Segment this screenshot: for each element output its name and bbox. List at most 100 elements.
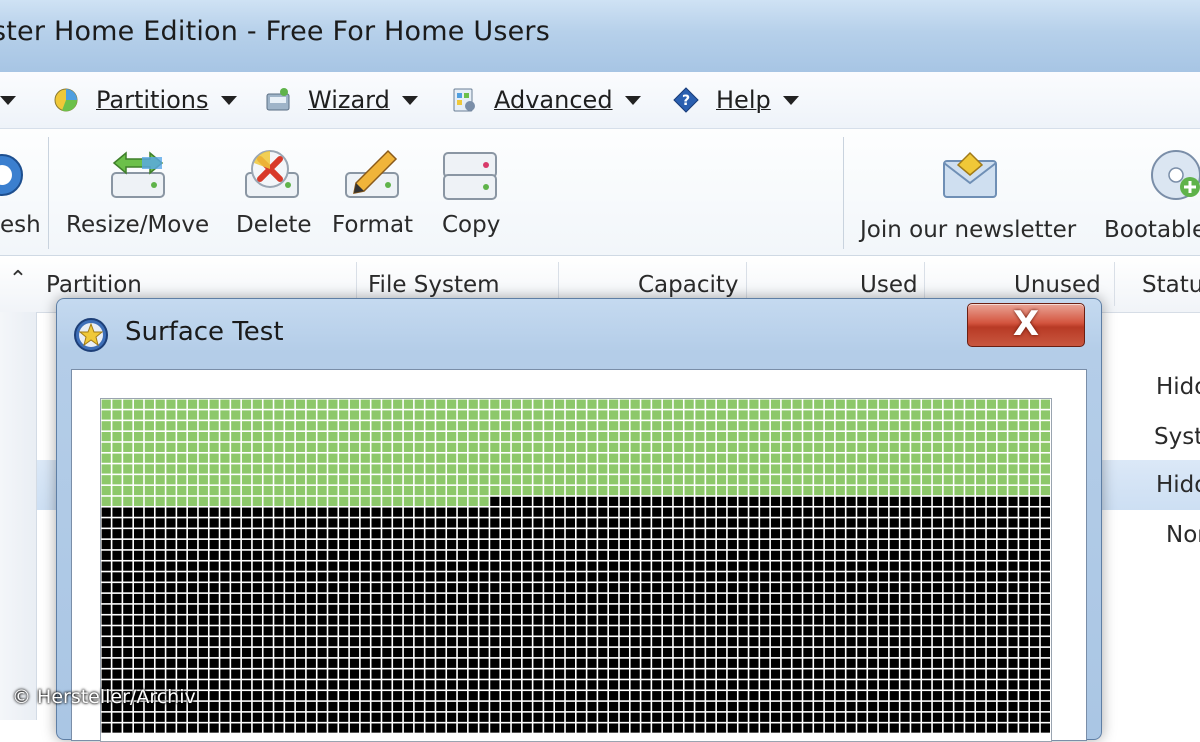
surface-block-pending <box>587 561 597 571</box>
surface-block-ok <box>209 464 219 474</box>
surface-block-pending <box>997 701 1007 712</box>
surface-block-pending <box>814 604 824 614</box>
surface-block-pending <box>976 637 986 647</box>
copy-button[interactable]: Copy <box>440 129 510 249</box>
surface-block-ok <box>187 496 198 506</box>
surface-block-pending <box>781 561 791 571</box>
surface-block-pending <box>231 691 241 701</box>
column-status[interactable]: Statu <box>1142 272 1200 298</box>
surface-block-pending <box>846 701 856 712</box>
surface-block-pending <box>857 701 867 712</box>
surface-block-pending <box>803 507 813 517</box>
surface-block-pending <box>641 626 651 636</box>
surface-block-pending <box>986 723 997 733</box>
column-capacity[interactable]: Capacity <box>638 272 739 298</box>
surface-block-ok <box>932 453 943 463</box>
column-unused[interactable]: Unused <box>1014 272 1101 298</box>
surface-block-ok <box>533 475 543 485</box>
surface-block-ok <box>306 442 316 452</box>
surface-block-pending <box>209 604 219 614</box>
surface-block-ok <box>641 442 651 452</box>
surface-block-pending <box>608 518 619 528</box>
dialog-close-button[interactable]: X <box>967 303 1085 347</box>
surface-block-pending <box>555 669 565 679</box>
surface-block-pending <box>976 680 986 690</box>
surface-block-ok <box>263 475 273 485</box>
surface-block-pending <box>155 626 165 636</box>
surface-block-pending <box>1030 539 1040 550</box>
surface-block-ok <box>878 399 889 409</box>
menu-partitions[interactable]: Partitions <box>52 82 237 118</box>
surface-block-pending <box>198 529 208 539</box>
surface-block-ok <box>328 431 338 442</box>
surface-block-pending <box>900 593 910 604</box>
surface-block-pending <box>1019 507 1029 517</box>
refresh-button[interactable]: esh <box>0 129 41 249</box>
surface-block-pending <box>533 615 543 625</box>
surface-block-ok <box>133 431 144 442</box>
menu-caret-left[interactable] <box>0 96 16 105</box>
column-used[interactable]: Used <box>860 272 918 298</box>
surface-block-ok <box>803 453 813 463</box>
surface-block-pending <box>835 561 845 571</box>
surface-block-pending <box>673 701 683 712</box>
surface-block-pending <box>857 626 867 636</box>
delete-button[interactable]: Delete <box>234 129 314 249</box>
surface-block-pending <box>425 723 435 733</box>
format-button[interactable]: Format <box>332 129 422 249</box>
surface-block-pending <box>889 572 899 582</box>
surface-block-pending <box>760 561 770 571</box>
surface-block-pending <box>522 647 532 658</box>
surface-block-ok <box>101 399 111 409</box>
surface-block-pending <box>835 539 845 550</box>
surface-block-pending <box>425 572 435 582</box>
surface-block-pending <box>349 637 360 647</box>
surface-block-pending <box>339 637 349 647</box>
column-file-system[interactable]: File System <box>368 272 500 298</box>
surface-block-pending <box>684 593 694 604</box>
surface-block-ok <box>781 431 791 442</box>
surface-block-pending <box>403 669 414 679</box>
surface-block-pending <box>770 507 781 517</box>
surface-block-ok <box>976 421 986 431</box>
surface-block-pending <box>986 496 997 506</box>
surface-block-ok <box>911 399 921 409</box>
surface-block-pending <box>349 658 360 668</box>
surface-block-pending <box>457 529 468 539</box>
menu-wizard[interactable]: Wizard <box>264 82 418 118</box>
surface-block-pending <box>1008 626 1018 636</box>
surface-block-pending <box>706 626 716 636</box>
surface-block-ok <box>101 485 111 496</box>
surface-block-pending <box>986 701 997 712</box>
surface-block-pending <box>382 723 392 733</box>
column-divider[interactable] <box>1114 262 1115 306</box>
surface-block-pending <box>576 691 586 701</box>
surface-block-pending <box>781 658 791 668</box>
menu-help[interactable]: ? Help <box>672 82 799 118</box>
surface-block-ok <box>932 421 943 431</box>
newsletter-button[interactable]: Join our newsletter <box>858 129 1088 249</box>
surface-block-pending <box>123 626 133 636</box>
resize-move-button[interactable]: Resize/Move <box>64 129 214 249</box>
surface-block-pending <box>339 701 349 712</box>
surface-block-ok <box>900 464 910 474</box>
surface-block-pending <box>706 604 716 614</box>
surface-block-ok <box>414 399 424 409</box>
menu-advanced[interactable]: Advanced <box>450 82 641 118</box>
surface-block-ok <box>295 464 306 474</box>
surface-block-pending <box>360 637 370 647</box>
surface-block-pending <box>652 561 662 571</box>
surface-block-ok <box>1030 431 1040 442</box>
column-partition[interactable]: Partition <box>46 272 142 298</box>
surface-block-pending <box>576 507 586 517</box>
surface-block-pending <box>220 669 230 679</box>
collapse-pane-button[interactable]: ⌃ <box>0 262 36 302</box>
surface-block-pending <box>878 647 889 658</box>
surface-block-pending <box>133 593 144 604</box>
surface-block-pending <box>889 550 899 560</box>
surface-block-ok <box>781 421 791 431</box>
surface-block-pending <box>824 550 835 560</box>
surface-block-pending <box>814 626 824 636</box>
surface-block-pending <box>349 583 360 593</box>
bootable-button[interactable]: Bootable <box>1104 129 1200 249</box>
